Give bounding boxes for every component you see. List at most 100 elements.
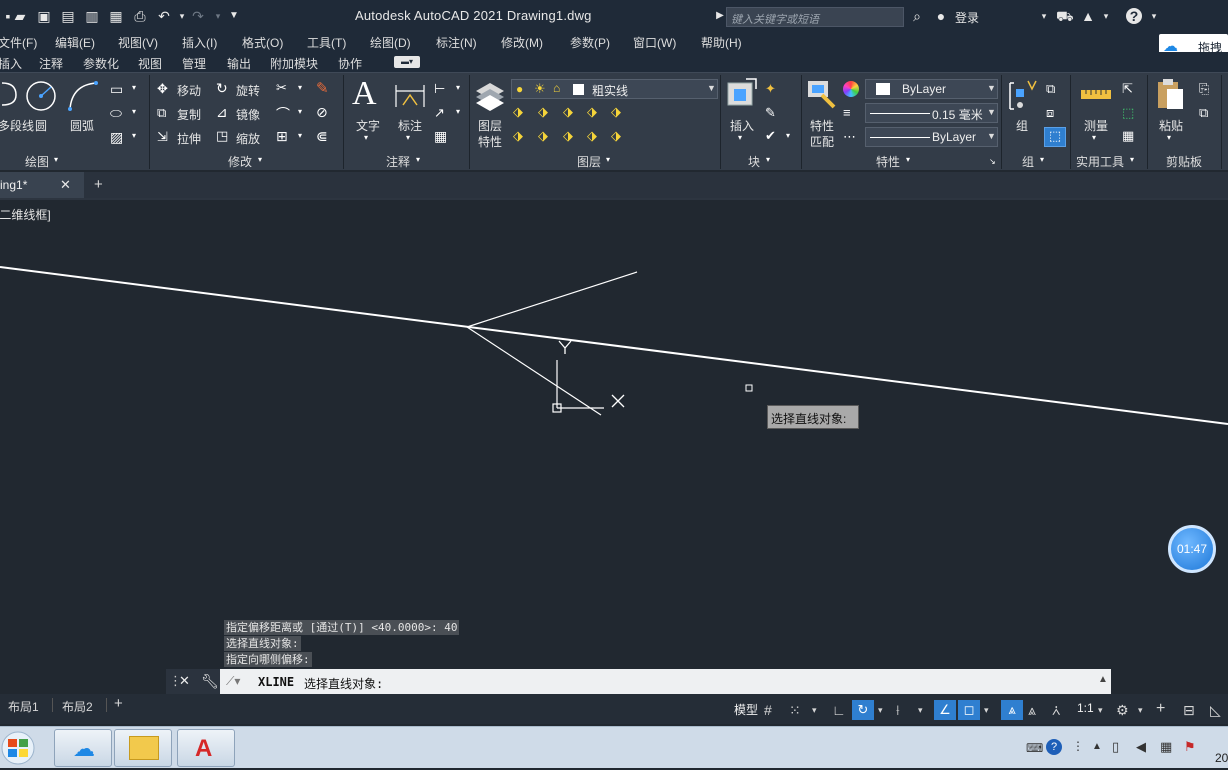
layers-panel-title[interactable]: 图层 xyxy=(577,153,601,170)
move-icon[interactable]: ✥ xyxy=(157,81,168,97)
offset-icon[interactable]: ⋐ xyxy=(316,128,328,145)
line-upper[interactable] xyxy=(466,271,638,328)
tab-insert[interactable]: 插入 xyxy=(0,55,22,72)
layer-tool-6-icon[interactable]: ⬗ xyxy=(513,128,523,144)
lineweight-dropdown[interactable]: 0.15 毫米 ▼ xyxy=(865,103,998,123)
annotation-monitor-icon[interactable]: + xyxy=(1156,700,1165,718)
layer-tool-4-icon[interactable]: ⬗ xyxy=(587,104,597,120)
workspace-gear-icon[interactable]: ⚙ xyxy=(1116,702,1129,719)
drawing-canvas[interactable]: [二维线框] 选择直线对象: 01:47 xyxy=(0,200,1228,694)
linear-dim-dropdown-icon[interactable]: ▾ xyxy=(456,83,460,92)
color-dropdown[interactable]: ByLayer ▼ xyxy=(865,79,998,99)
select-all-icon[interactable]: ⬚ xyxy=(1122,105,1134,121)
arc-icon[interactable] xyxy=(66,79,100,113)
fillet-icon[interactable]: ⌒ xyxy=(276,104,290,124)
text-icon[interactable]: A xyxy=(352,75,377,113)
circle-icon[interactable] xyxy=(24,79,58,113)
trim-icon[interactable]: ✂ xyxy=(276,80,287,96)
layer-tool-2-icon[interactable]: ⬗ xyxy=(538,104,548,120)
quick-select-icon[interactable]: ⇱ xyxy=(1122,81,1133,97)
layer-tool-3-icon[interactable]: ⬗ xyxy=(563,104,573,120)
match-properties-label-1[interactable]: 特性 xyxy=(810,117,834,134)
stretch-icon[interactable]: ⇲ xyxy=(157,129,168,145)
menu-draw[interactable]: 绘图(D) xyxy=(370,34,411,51)
rotate-icon[interactable]: ↻ xyxy=(216,80,228,97)
help-icon[interactable]: ? xyxy=(1126,8,1142,24)
customize-qat-icon[interactable]: ▼ xyxy=(226,8,242,24)
layer-properties-label-1[interactable]: 图层 xyxy=(478,117,502,134)
stretch-label[interactable]: 拉伸 xyxy=(177,130,201,147)
layer-dropdown[interactable]: ● ☀ ⌂ 粗实线 ▼ xyxy=(511,79,718,99)
annotation-panel-expand-icon[interactable]: ▾ xyxy=(416,155,420,164)
copy-label[interactable]: 复制 xyxy=(177,106,201,123)
help-tray-icon[interactable]: ? xyxy=(1046,739,1062,755)
taskbar-explorer[interactable] xyxy=(114,729,172,767)
arc-label[interactable]: 圆弧 xyxy=(70,117,94,134)
menu-format[interactable]: 格式(O) xyxy=(242,34,283,51)
autodesk-app-icon[interactable]: ▲ xyxy=(1080,8,1096,24)
command-line[interactable]: ⋮ ✕ 🔧︎ ⟋▾ XLINE 选择直线对象: ▲ xyxy=(166,669,1111,694)
recent-commands-icon[interactable]: ⟋▾ xyxy=(226,674,240,689)
menu-insert[interactable]: 插入(I) xyxy=(182,34,217,51)
modify-panel-title[interactable]: 修改 xyxy=(228,153,252,170)
layer-tool-7-icon[interactable]: ⬗ xyxy=(538,128,548,144)
linetype-dropdown[interactable]: ByLayer ▼ xyxy=(865,127,998,147)
explode-icon[interactable]: ⊘ xyxy=(316,104,328,121)
recording-timer[interactable]: 01:47 xyxy=(1168,525,1216,573)
grid-icon[interactable]: # xyxy=(764,702,772,718)
leader-dropdown-icon[interactable]: ▾ xyxy=(456,107,460,116)
text-dropdown-icon[interactable]: ▾ xyxy=(364,133,368,142)
edit-attribute-icon[interactable]: ✔ xyxy=(765,128,776,144)
search-icon[interactable]: ⌕ xyxy=(909,8,925,24)
save-web-icon[interactable]: ▦ xyxy=(108,8,124,24)
hatch-dropdown-icon[interactable]: ▾ xyxy=(132,107,136,116)
layer-tool-5-icon[interactable]: ⬗ xyxy=(611,104,621,120)
layer-tool-8-icon[interactable]: ⬗ xyxy=(563,128,573,144)
circle-label[interactable]: 圆 xyxy=(35,117,47,134)
cart-icon[interactable]: ⛟ xyxy=(1056,8,1074,24)
scale-dropdown-icon[interactable]: ▾ xyxy=(1098,705,1103,716)
auto-scale-icon[interactable]: ⩓ xyxy=(1028,702,1036,719)
linetype-icon[interactable]: ⋯ xyxy=(843,129,856,145)
measure-icon[interactable] xyxy=(1080,87,1112,103)
menu-help[interactable]: 帮助(H) xyxy=(701,34,742,51)
ungroup-icon[interactable]: ⧉ xyxy=(1046,81,1055,97)
attribute-dropdown-icon[interactable]: ▾ xyxy=(786,131,790,140)
table-icon[interactable]: ▦ xyxy=(434,128,447,145)
login-label[interactable]: 登录 xyxy=(955,9,979,26)
xline-main[interactable] xyxy=(0,266,1228,425)
taskbar-clock[interactable]: 20 xyxy=(1215,751,1228,765)
annotation-visibility-icon[interactable]: ⩓ xyxy=(1001,700,1023,720)
measure-label[interactable]: 测量 xyxy=(1084,117,1108,134)
match-properties-icon[interactable] xyxy=(806,79,838,111)
units-icon[interactable]: ⊟ xyxy=(1183,702,1195,719)
polyline-icon[interactable] xyxy=(0,79,22,109)
network-icon[interactable]: ▦ xyxy=(1160,739,1172,755)
menu-window[interactable]: 窗口(W) xyxy=(633,34,676,51)
search-input[interactable]: 键入关键字或短语 xyxy=(726,7,904,27)
rotate-label[interactable]: 旋转 xyxy=(236,82,260,99)
annotation-scale-icon[interactable]: ⩑ xyxy=(1052,702,1061,719)
layout-tab-2[interactable]: 布局2 xyxy=(62,698,93,715)
groups-panel-expand-icon[interactable]: ▾ xyxy=(1040,155,1044,164)
measure-dropdown-icon[interactable]: ▾ xyxy=(1092,133,1096,142)
taskbar-autocad[interactable]: A xyxy=(177,729,235,767)
mirror-label[interactable]: 镜像 xyxy=(236,106,260,123)
menu-edit[interactable]: 编辑(E) xyxy=(55,34,95,51)
layout-tab-1[interactable]: 布局1 xyxy=(8,698,39,715)
copy-icon[interactable]: ⧉ xyxy=(157,105,166,121)
polar-tracking-icon[interactable]: ↻ xyxy=(852,700,874,720)
utilities-panel-expand-icon[interactable]: ▾ xyxy=(1130,155,1134,164)
close-tab-icon[interactable]: ✕ xyxy=(60,177,71,193)
text-label[interactable]: 文字 xyxy=(356,117,380,134)
leader-icon[interactable]: ↗ xyxy=(434,105,445,121)
gradient-icon[interactable]: ▨ xyxy=(110,129,123,146)
properties-panel-title[interactable]: 特性 xyxy=(876,153,900,170)
snap-icon[interactable]: ⁙ xyxy=(789,702,801,719)
close-cmdline-icon[interactable]: ✕ xyxy=(179,673,190,689)
tab-parametric[interactable]: 参数化 xyxy=(83,55,119,72)
new-layout-icon[interactable]: + xyxy=(114,695,123,712)
array-icon[interactable]: ⊞ xyxy=(276,128,288,145)
group-edit-icon[interactable]: ⧈ xyxy=(1046,105,1054,121)
draw-panel-expand-icon[interactable]: ▾ xyxy=(54,155,58,164)
